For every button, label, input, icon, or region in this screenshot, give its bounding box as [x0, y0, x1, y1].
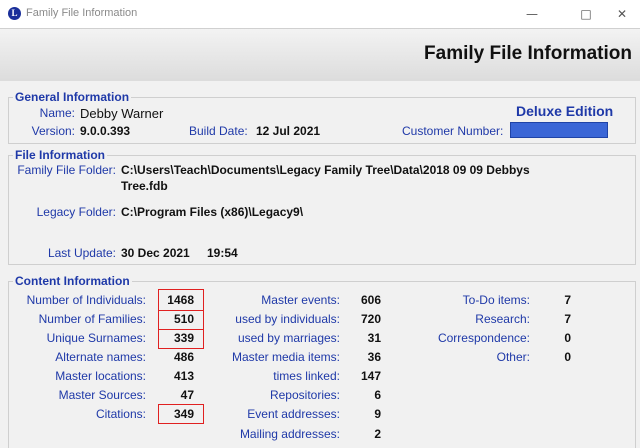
dialog-header: Family File Information	[0, 28, 640, 82]
customer-number-label: Customer Number:	[402, 124, 504, 138]
last-update-label: Last Update:	[47, 246, 116, 260]
correspondence-value: 0	[564, 331, 571, 345]
surnames-highlight-box	[158, 329, 204, 349]
master-sources-label: Master Sources:	[58, 388, 146, 402]
repositories-value: 6	[374, 388, 381, 402]
times-linked-label: times linked:	[273, 369, 340, 383]
master-locations-label: Master locations:	[55, 369, 146, 383]
citations-label: Citations:	[95, 407, 146, 421]
maximize-icon[interactable]: □	[566, 2, 606, 26]
legacy-folder-value: C:\Program Files (x86)\Legacy9\	[121, 205, 304, 219]
edition-badge: Deluxe Edition	[516, 103, 614, 119]
surnames-label: Unique Surnames:	[46, 331, 146, 345]
master-locations-value: 413	[173, 369, 194, 383]
individuals-label: Number of Individuals:	[26, 293, 146, 307]
master-media-items-label: Master media items:	[231, 350, 340, 364]
page-title: Family File Information	[424, 43, 632, 64]
todo-items-label: To-Do items:	[462, 293, 530, 307]
master-events-label: Master events:	[261, 293, 340, 307]
name-value: Debby Warner	[80, 106, 164, 121]
close-icon[interactable]: ✕	[602, 2, 640, 26]
legacy-folder-label: Legacy Folder:	[36, 205, 116, 219]
version-label: Version:	[31, 124, 75, 138]
research-value: 7	[564, 312, 571, 326]
version-value: 9.0.0.393	[80, 124, 131, 138]
citations-highlight-box	[158, 404, 204, 424]
alternate-names-value: 486	[173, 350, 194, 364]
family-file-folder-label: Family File Folder:	[17, 163, 116, 177]
family-file-folder-value: C:\Users\Teach\Documents\Legacy Family T…	[121, 163, 530, 177]
master-media-items-value: 36	[367, 350, 381, 364]
used-by-marriages-value: 31	[367, 331, 381, 345]
used-by-individuals-value: 720	[360, 312, 381, 326]
other-value: 0	[564, 350, 571, 364]
correspondence-label: Correspondence:	[437, 331, 530, 345]
research-label: Research:	[475, 312, 530, 326]
event-addresses-value: 9	[374, 407, 381, 421]
window-title: Family File Information	[26, 7, 138, 19]
alternate-names-label: Alternate names:	[55, 350, 146, 364]
mailing-addresses-value: 2	[374, 427, 381, 441]
minimize-icon[interactable]: —	[512, 2, 552, 26]
repositories-label: Repositories:	[269, 388, 340, 402]
last-update-date: 30 Dec 2021	[121, 246, 190, 260]
master-events-value: 606	[360, 293, 381, 307]
content-information-legend: Content Information	[13, 274, 132, 288]
customer-number-value	[510, 122, 608, 138]
build-date-value: 12 Jul 2021	[256, 124, 321, 138]
individuals-highlight-box	[158, 289, 204, 311]
event-addresses-label: Event addresses:	[247, 407, 340, 421]
families-highlight-box	[158, 310, 204, 330]
todo-items-value: 7	[564, 293, 571, 307]
name-label: Name:	[39, 106, 75, 120]
general-information-legend: General Information	[13, 90, 132, 104]
family-file-folder-value-cont: Tree.fdb	[121, 179, 168, 193]
legacy-app-icon: L	[8, 7, 21, 20]
other-label: Other:	[496, 350, 530, 364]
last-update-time: 19:54	[207, 246, 238, 260]
build-date-label: Build Date:	[189, 124, 248, 138]
window-titlebar: L Family File Information — □ ✕	[0, 0, 640, 28]
mailing-addresses-label: Mailing addresses:	[239, 427, 340, 441]
times-linked-value: 147	[360, 369, 381, 383]
used-by-individuals-label: used by individuals:	[235, 312, 340, 326]
used-by-marriages-label: used by marriages:	[237, 331, 340, 345]
file-information-legend: File Information	[13, 148, 107, 162]
master-sources-value: 47	[180, 388, 194, 402]
families-label: Number of Families:	[38, 312, 146, 326]
